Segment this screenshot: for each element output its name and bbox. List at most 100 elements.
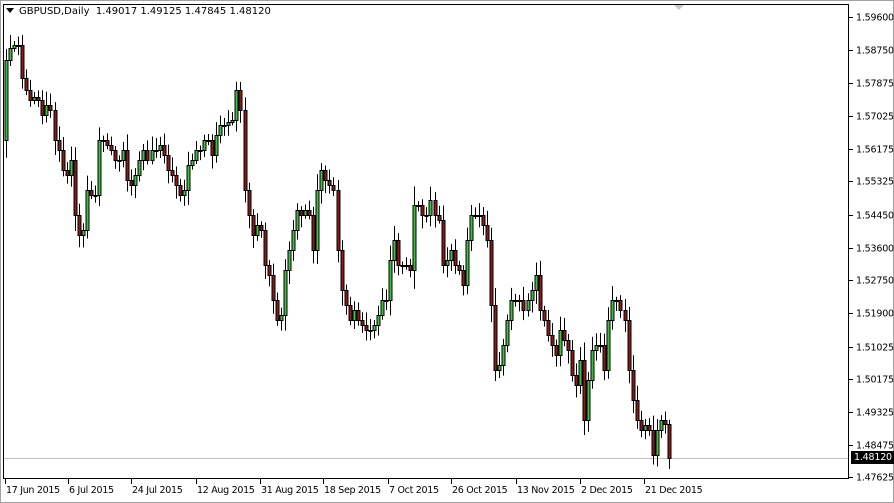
candle bbox=[663, 411, 668, 434]
candle bbox=[627, 306, 632, 384]
candle-body bbox=[380, 300, 385, 316]
candle bbox=[238, 81, 243, 123]
candle-body bbox=[182, 190, 187, 196]
candle-body bbox=[602, 345, 607, 371]
candle bbox=[105, 133, 110, 150]
candle-body bbox=[117, 160, 122, 162]
candle-body bbox=[635, 400, 640, 421]
candle bbox=[206, 133, 211, 146]
candle-body bbox=[44, 105, 49, 116]
candle-body bbox=[20, 45, 25, 79]
candle bbox=[243, 97, 248, 203]
candle bbox=[546, 309, 551, 342]
candle bbox=[586, 372, 591, 432]
dropdown-triangle-icon[interactable] bbox=[6, 8, 14, 13]
candle bbox=[222, 118, 227, 136]
candle-body bbox=[24, 78, 29, 91]
candle bbox=[473, 207, 478, 219]
candle bbox=[166, 144, 171, 184]
candle-body bbox=[449, 250, 454, 261]
y-tick-label: 1.58750 bbox=[856, 45, 894, 56]
candle bbox=[372, 320, 377, 339]
candle-body bbox=[145, 150, 150, 161]
candle bbox=[574, 363, 579, 398]
candle-body bbox=[267, 265, 272, 276]
candle-body bbox=[489, 240, 494, 306]
chart-shift-marker-icon[interactable] bbox=[674, 5, 684, 10]
candle-body bbox=[364, 325, 369, 331]
candle bbox=[376, 305, 381, 336]
candle bbox=[639, 410, 644, 438]
candle bbox=[267, 260, 272, 287]
candle-body bbox=[558, 330, 563, 356]
candle-body bbox=[32, 97, 37, 101]
candle bbox=[400, 261, 405, 275]
candle bbox=[550, 323, 555, 357]
candle bbox=[360, 312, 365, 333]
candlestick-plot[interactable] bbox=[0, 0, 894, 503]
candle-body bbox=[570, 350, 575, 376]
candle-body bbox=[477, 215, 482, 217]
candle-body bbox=[121, 150, 126, 161]
candle bbox=[85, 175, 90, 239]
candle bbox=[534, 262, 539, 304]
candle bbox=[667, 419, 672, 469]
candle bbox=[28, 79, 33, 107]
candle-body bbox=[186, 165, 191, 191]
candle-body bbox=[578, 360, 583, 386]
candle-body bbox=[69, 160, 74, 176]
candle-body bbox=[530, 290, 535, 301]
x-tick-label: 26 Oct 2015 bbox=[452, 485, 508, 496]
y-tick-label: 1.52750 bbox=[856, 275, 894, 286]
candle-body bbox=[534, 275, 539, 291]
candle-body bbox=[372, 325, 377, 331]
candle bbox=[368, 319, 373, 341]
candle bbox=[61, 137, 66, 177]
candle-body bbox=[461, 270, 466, 286]
candle-body bbox=[497, 365, 502, 371]
candle bbox=[255, 213, 260, 241]
candle bbox=[279, 307, 284, 331]
candle-body bbox=[441, 220, 446, 266]
candle bbox=[57, 126, 62, 162]
candle-body bbox=[287, 250, 292, 271]
candle bbox=[493, 288, 498, 382]
candle bbox=[133, 168, 138, 199]
candle-body bbox=[437, 215, 442, 221]
candle bbox=[618, 295, 623, 318]
candle bbox=[614, 296, 619, 312]
candle bbox=[501, 338, 506, 376]
candle bbox=[198, 145, 203, 161]
candle-body bbox=[513, 300, 518, 302]
x-tick-label: 24 Jul 2015 bbox=[132, 485, 183, 496]
candle-body bbox=[554, 345, 559, 356]
candle bbox=[594, 333, 599, 361]
candle bbox=[651, 415, 656, 465]
y-tick-label: 1.47625 bbox=[856, 472, 894, 483]
candle bbox=[404, 257, 409, 270]
candle-body bbox=[465, 240, 470, 286]
candle-body bbox=[663, 420, 668, 425]
candle-body bbox=[307, 210, 312, 216]
candle bbox=[77, 203, 82, 248]
candle bbox=[461, 265, 466, 296]
candle bbox=[251, 209, 256, 248]
candle-body bbox=[53, 110, 58, 141]
candle-body bbox=[331, 185, 336, 191]
candle-body bbox=[388, 260, 393, 301]
x-tick-label: 6 Jul 2015 bbox=[69, 485, 114, 496]
candle bbox=[453, 239, 458, 274]
candle bbox=[291, 220, 296, 261]
candle bbox=[315, 174, 320, 265]
candle-body bbox=[562, 330, 567, 341]
candle bbox=[566, 333, 571, 364]
candle-body bbox=[230, 120, 235, 123]
candle-body bbox=[133, 175, 138, 186]
candle-body bbox=[303, 210, 308, 216]
x-tick-label: 18 Sep 2015 bbox=[324, 485, 381, 496]
candle-body bbox=[598, 345, 603, 347]
candle-body bbox=[336, 190, 341, 251]
candle-body bbox=[493, 305, 498, 371]
candle-body bbox=[376, 315, 381, 326]
candle bbox=[554, 339, 559, 367]
